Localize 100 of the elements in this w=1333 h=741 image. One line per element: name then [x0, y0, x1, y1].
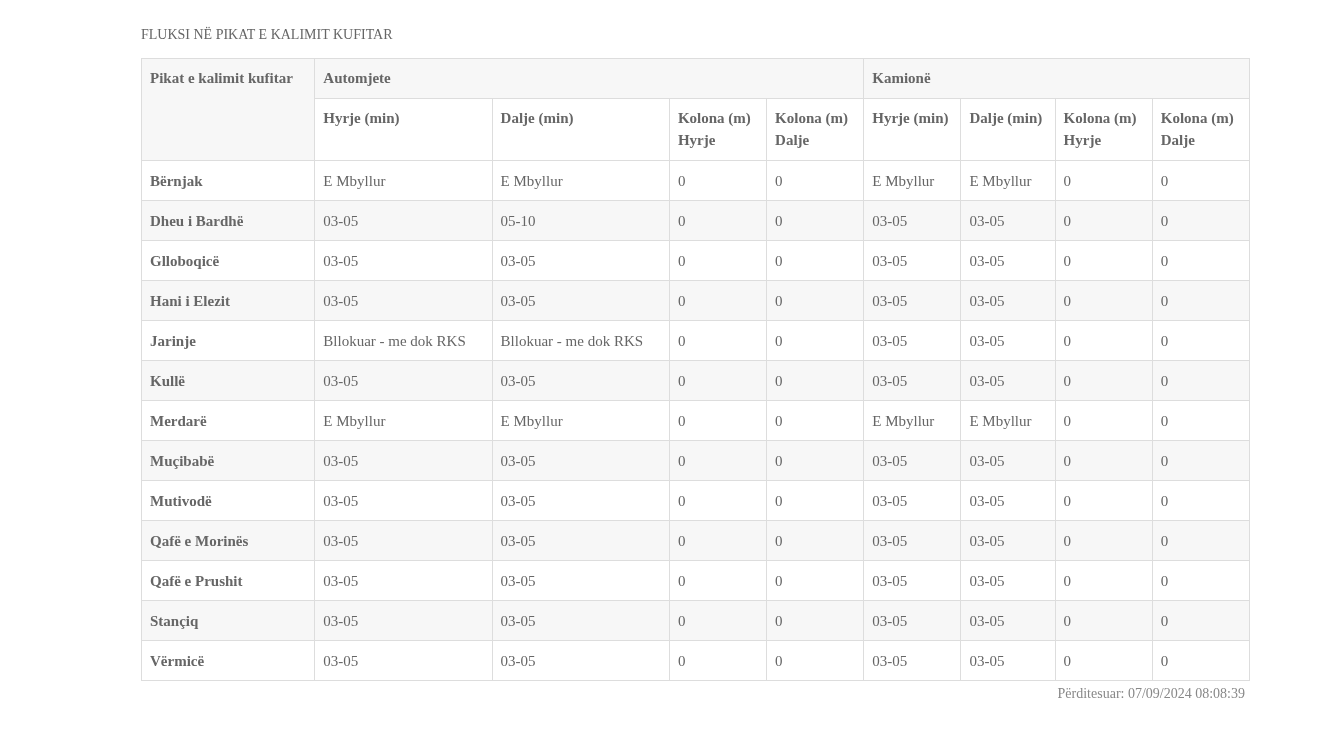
table-cell: 0 [1055, 640, 1153, 681]
table-cell: 03-05 [492, 560, 670, 601]
table-cell: 03-05 [492, 480, 670, 521]
table-cell: 03-05 [863, 320, 961, 361]
row-header: Qafë e Prushit [141, 560, 315, 601]
table-cell: 03-05 [960, 320, 1056, 361]
table-cell: 0 [1055, 440, 1153, 481]
row-header: Bërnjak [141, 160, 315, 201]
table-cell: 03-05 [314, 360, 493, 401]
table-cell: Bllokuar - me dok RKS [314, 320, 493, 361]
column-header: Kolona (m) Hyrje [1055, 98, 1153, 161]
table-cell: 03-05 [960, 280, 1056, 321]
row-header: Kullë [141, 360, 315, 401]
column-header: Kolona (m) Hyrje [669, 98, 767, 161]
table-cell: 0 [766, 280, 864, 321]
table-cell: 03-05 [314, 520, 493, 561]
table-cell: 05-10 [492, 200, 670, 241]
table-cell: 03-05 [863, 280, 961, 321]
table-cell: 0 [766, 560, 864, 601]
table-cell: 0 [766, 160, 864, 201]
table-cell: E Mbyllur [492, 160, 670, 201]
section-title: FLUKSI NË PIKAT E KALIMIT KUFITAR [141, 27, 394, 44]
table-cell: 03-05 [314, 280, 493, 321]
table-cell: 0 [1152, 400, 1250, 441]
table-cell: 03-05 [492, 520, 670, 561]
table-cell: 03-05 [960, 560, 1056, 601]
table-cell: E Mbyllur [492, 400, 670, 441]
table-cell: 03-05 [863, 360, 961, 401]
table-cell: 03-05 [314, 480, 493, 521]
row-header: Merdarë [141, 400, 315, 441]
table-cell: E Mbyllur [863, 160, 961, 201]
table-cell: 0 [1152, 560, 1250, 601]
table-cell: 0 [1055, 160, 1153, 201]
table-cell: 03-05 [492, 640, 670, 681]
table-cell: 0 [669, 240, 767, 281]
table-cell: 0 [1055, 480, 1153, 521]
table-cell: 0 [766, 240, 864, 281]
table-cell: 03-05 [960, 600, 1056, 641]
table-cell: 0 [1055, 360, 1153, 401]
table-cell: 0 [766, 440, 864, 481]
table-cell: 0 [766, 400, 864, 441]
column-header: Pikat e kalimit kufitar [141, 58, 315, 161]
table-cell: 03-05 [863, 640, 961, 681]
table-cell: 0 [669, 520, 767, 561]
table-cell: 03-05 [314, 560, 493, 601]
row-header: Glloboqicë [141, 240, 315, 281]
table-cell: 0 [1055, 320, 1153, 361]
table-cell: E Mbyllur [863, 400, 961, 441]
table-cell: 03-05 [960, 640, 1056, 681]
table-cell: E Mbyllur [314, 400, 493, 441]
column-header: Kolona (m) Dalje [1152, 98, 1250, 161]
table-cell: 03-05 [863, 240, 961, 281]
table-cell: 0 [669, 480, 767, 521]
table-cell: 03-05 [314, 640, 493, 681]
column-header: Hyrje (min) [314, 98, 493, 161]
table-cell: 0 [1152, 280, 1250, 321]
table-cell: E Mbyllur [960, 400, 1056, 441]
table-cell: 0 [1152, 320, 1250, 361]
table-cell: 0 [1055, 600, 1153, 641]
table-cell: 03-05 [314, 440, 493, 481]
table-cell: 0 [1055, 520, 1153, 561]
table-cell: 0 [669, 320, 767, 361]
row-header: Dheu i Bardhë [141, 200, 315, 241]
table-cell: 0 [766, 520, 864, 561]
table-cell: 0 [1055, 200, 1153, 241]
table-cell: 0 [766, 480, 864, 521]
table-cell: 03-05 [960, 240, 1056, 281]
table-cell: 0 [1152, 240, 1250, 281]
table-cell: 03-05 [863, 200, 961, 241]
table-cell: 0 [1055, 400, 1153, 441]
table-cell: 03-05 [492, 360, 670, 401]
table-cell: 0 [669, 640, 767, 681]
table-cell: 03-05 [492, 440, 670, 481]
table-cell: 03-05 [314, 600, 493, 641]
row-header: Stançiq [141, 600, 315, 641]
table-cell: 0 [1152, 520, 1250, 561]
table-cell: 03-05 [960, 440, 1056, 481]
table-cell: 0 [669, 360, 767, 401]
table-cell: 0 [1152, 160, 1250, 201]
row-header: Jarinje [141, 320, 315, 361]
table-cell: 0 [766, 200, 864, 241]
column-header: Hyrje (min) [863, 98, 961, 161]
table-cell: Bllokuar - me dok RKS [492, 320, 670, 361]
row-header: Vërmicë [141, 640, 315, 681]
table-cell: 03-05 [314, 240, 493, 281]
table-cell: 03-05 [863, 600, 961, 641]
row-header: Mutivodë [141, 480, 315, 521]
table-cell: E Mbyllur [314, 160, 493, 201]
table-cell: 0 [1152, 480, 1250, 521]
table-cell: 0 [1055, 560, 1153, 601]
column-header: Kolona (m) Dalje [766, 98, 864, 161]
table-cell: 0 [669, 560, 767, 601]
column-group-header: Automjete [314, 58, 864, 99]
column-header: Dalje (min) [960, 98, 1056, 161]
row-header: Muçibabë [141, 440, 315, 481]
row-header: Hani i Elezit [141, 280, 315, 321]
updated-timestamp: Përditesuar: 07/09/2024 08:08:39 [1057, 686, 1245, 701]
table-cell: 0 [669, 160, 767, 201]
table-cell: 0 [669, 400, 767, 441]
table-cell: 0 [1152, 640, 1250, 681]
